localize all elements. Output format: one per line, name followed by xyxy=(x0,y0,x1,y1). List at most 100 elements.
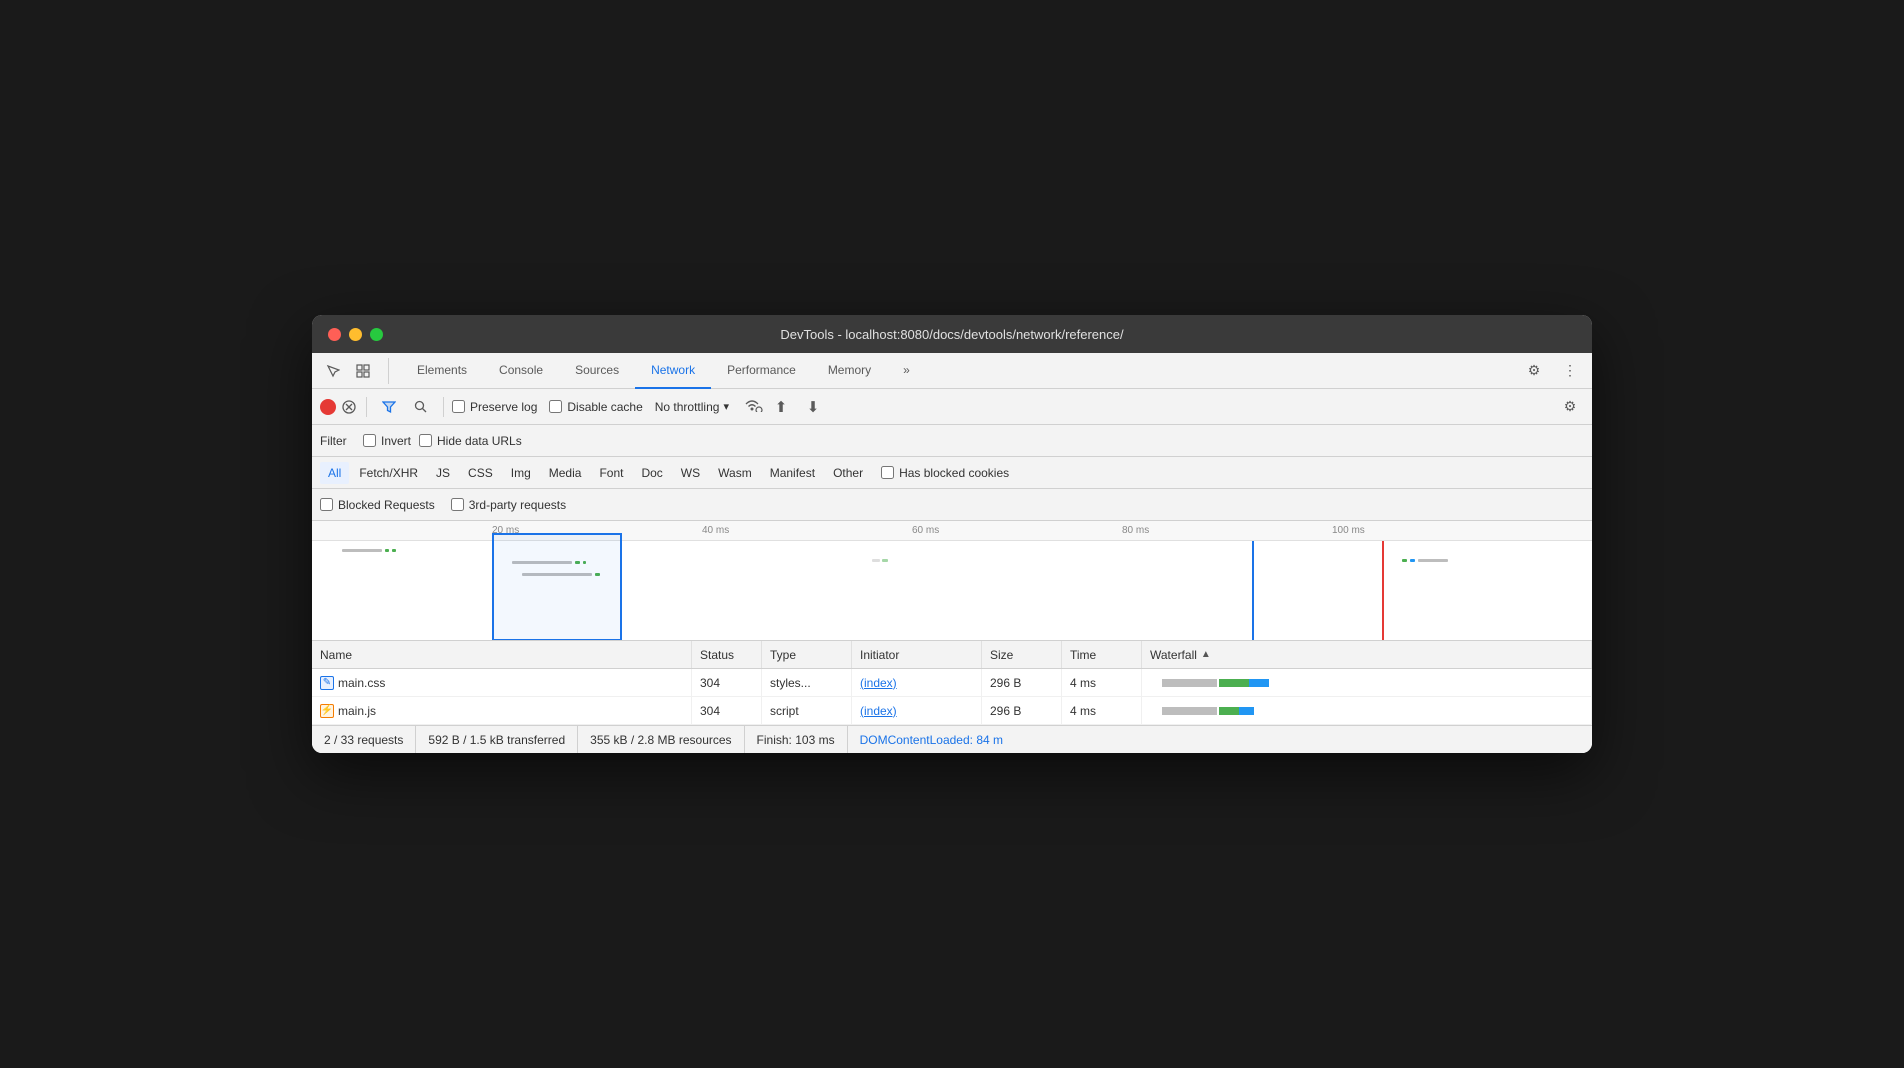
th-name[interactable]: Name xyxy=(312,641,692,668)
waterfall-overview[interactable]: 20 ms 40 ms 60 ms 80 ms 100 ms xyxy=(312,521,1592,641)
tab-icons xyxy=(320,358,389,384)
ruler-tick-80ms: 80 ms xyxy=(1122,525,1149,536)
filter-type-img[interactable]: Img xyxy=(503,462,539,484)
invert-checkbox[interactable] xyxy=(363,434,376,447)
waterfall-bar-css xyxy=(1150,669,1583,696)
status-transferred: 592 B / 1.5 kB transferred xyxy=(416,726,578,753)
download-btn[interactable]: ⬇ xyxy=(799,393,827,421)
toolbar-sep-1 xyxy=(366,397,367,417)
network-toolbar: Preserve log Disable cache No throttling… xyxy=(312,389,1592,425)
table-row[interactable]: ✎ main.css 304 styles... (index) 296 B 4… xyxy=(312,669,1592,697)
disable-cache-label[interactable]: Disable cache xyxy=(549,400,642,414)
td-time-js: 4 ms xyxy=(1062,697,1142,724)
inspect-icon-btn[interactable] xyxy=(350,358,376,384)
overview-row-1 xyxy=(342,549,396,552)
td-status-css: 304 xyxy=(692,669,762,696)
tab-performance[interactable]: Performance xyxy=(711,353,812,389)
preserve-log-checkbox[interactable] xyxy=(452,400,465,413)
td-time-css: 4 ms xyxy=(1062,669,1142,696)
clear-button[interactable] xyxy=(340,398,358,416)
tab-elements[interactable]: Elements xyxy=(401,353,483,389)
filter-type-fetch-xhr[interactable]: Fetch/XHR xyxy=(351,462,426,484)
minimize-button[interactable] xyxy=(349,328,362,341)
filter-type-js[interactable]: JS xyxy=(428,462,458,484)
css-file-icon: ✎ xyxy=(320,676,334,690)
td-initiator-css: (index) xyxy=(852,669,982,696)
settings-icon-btn[interactable]: ⚙ xyxy=(1520,357,1548,385)
tab-more[interactable]: » xyxy=(887,353,926,389)
th-type[interactable]: Type xyxy=(762,641,852,668)
toolbar-sep-2 xyxy=(443,397,444,417)
tab-memory[interactable]: Memory xyxy=(812,353,887,389)
window-title: DevTools - localhost:8080/docs/devtools/… xyxy=(780,327,1123,342)
preserve-log-label[interactable]: Preserve log xyxy=(452,400,537,414)
waterfall-green-css xyxy=(1219,679,1249,687)
waterfall-sort-arrow: ▲ xyxy=(1201,649,1211,660)
filter-label: Filter xyxy=(320,434,355,448)
filter-type-all[interactable]: All xyxy=(320,462,349,484)
initiator-link-css[interactable]: (index) xyxy=(860,676,897,690)
filter-type-manifest[interactable]: Manifest xyxy=(762,462,823,484)
th-size[interactable]: Size xyxy=(982,641,1062,668)
waterfall-blue-js xyxy=(1239,707,1254,715)
blocked-requests-checkbox[interactable] xyxy=(320,498,333,511)
filter-type-css[interactable]: CSS xyxy=(460,462,501,484)
filter-type-media[interactable]: Media xyxy=(541,462,590,484)
tab-console[interactable]: Console xyxy=(483,353,559,389)
th-time[interactable]: Time xyxy=(1062,641,1142,668)
td-name-css: ✎ main.css xyxy=(312,669,692,696)
filter-icon-btn[interactable] xyxy=(375,393,403,421)
waterfall-bar-js xyxy=(1150,697,1583,724)
wifi-settings-btn[interactable] xyxy=(741,396,763,417)
upload-btn[interactable]: ⬆ xyxy=(767,393,795,421)
filter-type-font[interactable]: Font xyxy=(591,462,631,484)
filter-type-other[interactable]: Other xyxy=(825,462,871,484)
third-party-checkbox[interactable] xyxy=(451,498,464,511)
tab-sources[interactable]: Sources xyxy=(559,353,635,389)
waterfall-selection[interactable] xyxy=(492,533,622,641)
close-button[interactable] xyxy=(328,328,341,341)
filter-type-ws[interactable]: WS xyxy=(673,462,708,484)
waterfall-gray-js xyxy=(1162,707,1217,715)
invert-label[interactable]: Invert xyxy=(363,434,411,448)
td-type-js: script xyxy=(762,697,852,724)
th-status[interactable]: Status xyxy=(692,641,762,668)
js-file-icon: ⚡ xyxy=(320,704,334,718)
maximize-button[interactable] xyxy=(370,328,383,341)
hide-data-urls-label[interactable]: Hide data URLs xyxy=(419,434,522,448)
disable-cache-checkbox[interactable] xyxy=(549,400,562,413)
td-size-js: 296 B xyxy=(982,697,1062,724)
hide-data-urls-checkbox[interactable] xyxy=(419,434,432,447)
devtools-window: DevTools - localhost:8080/docs/devtools/… xyxy=(312,315,1592,753)
network-settings-btn[interactable]: ⚙ xyxy=(1556,393,1584,421)
has-blocked-cookies-checkbox[interactable] xyxy=(881,466,894,479)
third-party-requests-label[interactable]: 3rd-party requests xyxy=(451,498,566,512)
table-row[interactable]: ⚡ main.js 304 script (index) 296 B 4 ms xyxy=(312,697,1592,725)
tab-network[interactable]: Network xyxy=(635,353,711,389)
filter-bar: Filter Invert Hide data URLs xyxy=(312,425,1592,457)
has-blocked-cookies-label[interactable]: Has blocked cookies xyxy=(881,466,1009,480)
initiator-link-js[interactable]: (index) xyxy=(860,704,897,718)
throttle-wrapper: No throttling ▾ xyxy=(655,400,729,414)
tabs-right-icons: ⚙ ⋮ xyxy=(1520,357,1584,385)
td-status-js: 304 xyxy=(692,697,762,724)
traffic-lights xyxy=(328,328,383,341)
blocked-requests-label[interactable]: Blocked Requests xyxy=(320,498,435,512)
th-initiator[interactable]: Initiator xyxy=(852,641,982,668)
waterfall-gray-css xyxy=(1162,679,1217,687)
filter-type-doc[interactable]: Doc xyxy=(633,462,670,484)
record-button[interactable] xyxy=(320,399,336,415)
waterfall-blue-css xyxy=(1249,679,1269,687)
status-requests: 2 / 33 requests xyxy=(324,726,416,753)
status-finish: Finish: 103 ms xyxy=(745,726,848,753)
more-options-btn[interactable]: ⋮ xyxy=(1556,357,1584,385)
tabs-bar: Elements Console Sources Network Perform… xyxy=(312,353,1592,389)
overview-row-4 xyxy=(872,559,888,562)
devtools-panel: Elements Console Sources Network Perform… xyxy=(312,353,1592,753)
blocked-requests-bar: Blocked Requests 3rd-party requests xyxy=(312,489,1592,521)
search-icon-btn[interactable] xyxy=(407,393,435,421)
cursor-icon-btn[interactable] xyxy=(320,358,346,384)
filter-types-bar: All Fetch/XHR JS CSS Img Media Font Doc … xyxy=(312,457,1592,489)
filter-type-wasm[interactable]: Wasm xyxy=(710,462,760,484)
th-waterfall[interactable]: Waterfall ▲ xyxy=(1142,641,1592,668)
